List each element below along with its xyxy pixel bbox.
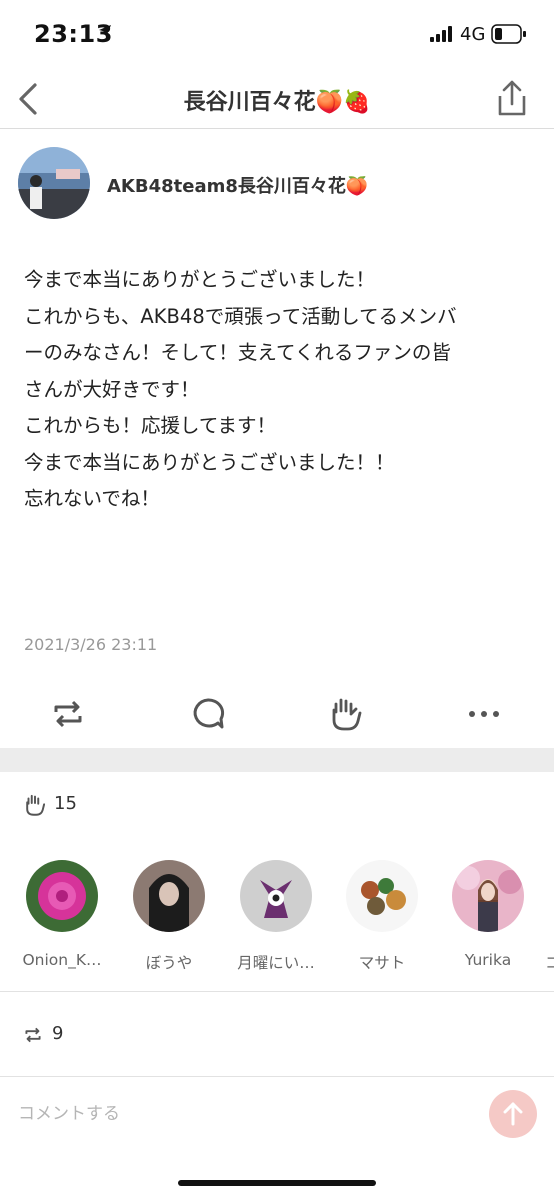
avatar-photo [346, 860, 418, 932]
network-type: 4G [460, 24, 486, 45]
status-bar: 23:13 4G [0, 0, 554, 70]
location-arrow-icon [99, 25, 111, 37]
share-icon[interactable] [494, 78, 530, 118]
author-avatar[interactable] [18, 147, 90, 219]
page-title: 長谷川百々花🍑🍓 [183, 90, 371, 115]
liker-avatar[interactable] [240, 860, 312, 932]
liker-avatar[interactable] [26, 860, 98, 932]
avatar-photo [18, 147, 90, 219]
repost-icon [25, 1027, 41, 1043]
liker-name: コ [545, 954, 554, 972]
author-name[interactable]: AKB48team8長谷川百々花🍑 [107, 172, 368, 198]
clap-icon[interactable] [326, 694, 366, 734]
post-line: これからも！応援してます！ [24, 414, 276, 437]
battery-icon [491, 24, 526, 44]
liker-avatar[interactable] [346, 860, 418, 932]
send-button[interactable] [489, 1090, 537, 1138]
liker-avatar[interactable] [133, 860, 205, 932]
repost-count: 9 [52, 1023, 64, 1044]
liker-name: ぼうや [145, 954, 193, 972]
post-line: 忘れないでね！ [24, 487, 160, 510]
post-line: さんが大好きです！ [24, 377, 200, 401]
post-line: ーのみなさん！そして！支えてくれるファンの皆 [24, 341, 451, 364]
like-count: 15 [54, 793, 77, 814]
post-timestamp: 2021/3/26 23:11 [24, 635, 158, 654]
liker-name: Onion_K… [22, 951, 102, 969]
navigation-bar: 長谷川百々花🍑🍓 [0, 70, 554, 129]
liker-name: マサト [358, 954, 406, 972]
avatar-photo [26, 860, 98, 932]
clap-icon [26, 794, 46, 816]
repost-icon[interactable] [48, 694, 88, 734]
comment-input[interactable]: コメントする [18, 1099, 120, 1124]
post-line: 今まで本当にありがとうございました！ [24, 268, 376, 291]
more-options-icon[interactable] [464, 694, 504, 734]
signal-icon [430, 26, 452, 42]
liker-name: 月曜にい… [237, 954, 315, 972]
avatar-photo [133, 860, 205, 932]
section-divider [0, 1076, 554, 1077]
comment-icon[interactable] [188, 694, 228, 734]
section-divider [0, 991, 554, 992]
arrow-up-icon [503, 1102, 523, 1126]
avatar-photo [452, 860, 524, 932]
post-line: 今まで本当にありがとうございました！！ [24, 450, 395, 474]
liker-avatar[interactable] [452, 860, 524, 932]
post-body: 今まで本当にありがとうございました！ これからも、AKB48で頑張って活動してる… [24, 262, 534, 518]
liker-name: Yurika [464, 951, 512, 969]
avatar-photo [240, 860, 312, 932]
home-indicator [178, 1180, 376, 1186]
section-divider [0, 748, 554, 772]
post-line: これからも、AKB48で頑張って活動してるメンバ [24, 304, 457, 328]
